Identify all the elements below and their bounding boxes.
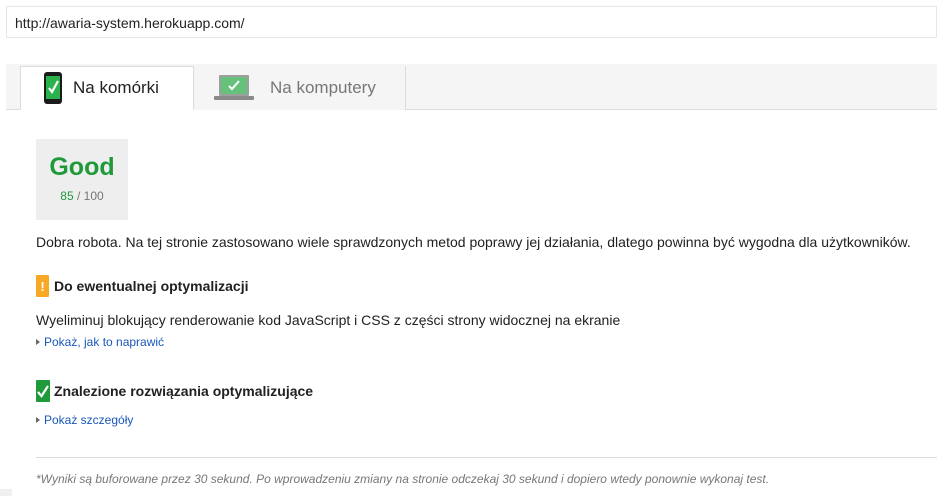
rule-render-blocking: Wyeliminuj blokujący renderowanie kod Ja… xyxy=(36,312,621,328)
score-number: 85 xyxy=(60,189,74,203)
tab-mobile[interactable]: Na komórki xyxy=(20,66,194,110)
show-how-to-fix-label: Pokaż, jak to naprawić xyxy=(44,335,165,349)
show-details-link[interactable]: Pokaż szczegóły xyxy=(36,413,133,427)
device-tabs: Na komórki Na komputery xyxy=(6,64,937,110)
warning-icon: ! xyxy=(36,275,49,297)
caret-right-icon xyxy=(36,417,40,423)
score-value: 85 / 100 xyxy=(36,189,128,203)
show-details-label: Pokaż szczegóły xyxy=(44,413,134,427)
tab-mobile-label: Na komórki xyxy=(73,78,159,97)
tab-desktop[interactable]: Na komputery xyxy=(194,66,406,110)
score-label: Good xyxy=(49,153,115,181)
show-how-to-fix-link[interactable]: Pokaż, jak to naprawić xyxy=(36,335,164,349)
cache-footnote: *Wyniki są buforowane przez 30 sekund. P… xyxy=(36,472,770,486)
tab-desktop-label: Na komputery xyxy=(270,78,376,97)
laptop-icon xyxy=(214,75,254,100)
url-text: http://awaria-system.herokuapp.com/ xyxy=(15,15,245,31)
address-bar[interactable]: http://awaria-system.herokuapp.com/ xyxy=(6,6,937,38)
consider-fixing-heading: ! Do ewentualnej optymalizacji xyxy=(36,275,249,297)
consider-fixing-title: Do ewentualnej optymalizacji xyxy=(54,278,249,294)
bottom-edge xyxy=(0,489,12,496)
mobile-phone-icon xyxy=(44,72,62,104)
divider xyxy=(36,457,937,458)
passed-rules-title: Znalezione rozwiązania optymalizujące xyxy=(54,383,314,399)
summary-text: Dobra robota. Na tej stronie zastosowano… xyxy=(36,234,911,250)
checkmark-icon xyxy=(36,380,50,402)
score-max: / 100 xyxy=(77,189,104,203)
score-box: Good 85 / 100 xyxy=(36,139,128,220)
passed-rules-heading: Znalezione rozwiązania optymalizujące xyxy=(36,380,313,402)
caret-right-icon xyxy=(36,339,40,345)
